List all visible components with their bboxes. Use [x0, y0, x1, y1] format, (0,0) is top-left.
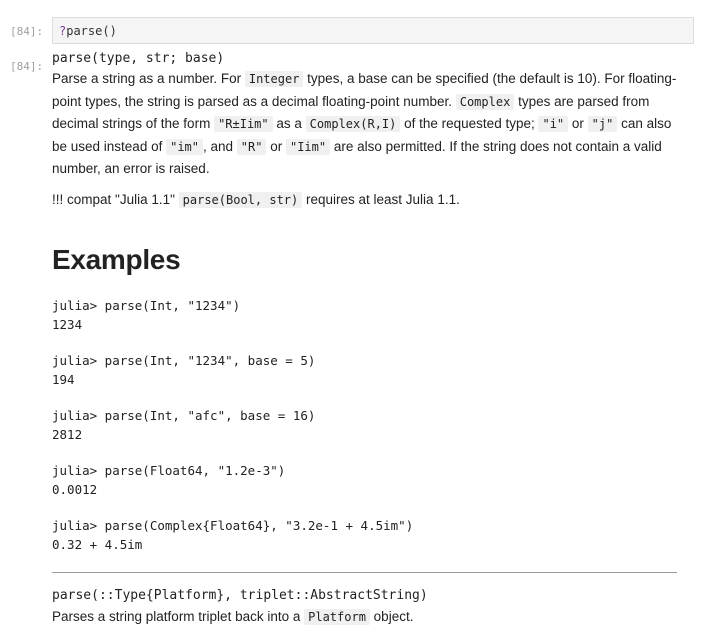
example-block: julia> parse(Complex{Float64}, "3.2e-1 +… — [52, 517, 677, 554]
help-query-function: parse() — [66, 24, 117, 38]
example-block: julia> parse(Int, "1234", base = 5) 194 — [52, 352, 677, 389]
clipped-text-fragment — [52, 0, 66, 2]
section-divider — [52, 572, 677, 573]
example-output: 2812 — [52, 426, 83, 442]
example-input: julia> parse(Int, "afc", base = 16) — [52, 408, 316, 423]
example-input: julia> parse(Int, "1234", base = 5) — [52, 353, 316, 368]
example-output: 0.0012 — [52, 481, 98, 497]
examples-heading: Examples — [52, 244, 181, 275]
example-block: julia> parse(Int, "1234") 1234 — [52, 297, 677, 334]
example-input: julia> parse(Int, "1234") — [52, 298, 241, 313]
inline-code: "j" — [587, 116, 618, 132]
function-signature-platform: parse(::Type{Platform}, triplet::Abstrac… — [52, 588, 428, 603]
help-output: parse(type, str; base) Parse a string as… — [52, 50, 677, 629]
input-prompt: [84]: — [10, 25, 44, 38]
output-prompt: [84]: — [10, 60, 44, 73]
example-block: julia> parse(Float64, "1.2e-3") 0.0012 — [52, 462, 677, 499]
example-input: julia> parse(Float64, "1.2e-3") — [52, 463, 286, 478]
inline-code: "R±Iim" — [214, 116, 273, 132]
function-signature: parse(type, str; base) — [52, 51, 225, 66]
inline-code: "R" — [236, 138, 267, 155]
inline-code: Complex(R,I) — [305, 116, 401, 132]
example-block: julia> parse(Int, "afc", base = 16) 2812 — [52, 407, 677, 444]
example-output: 1234 — [52, 316, 83, 332]
inline-code: "im" — [166, 138, 203, 155]
example-input: julia> parse(Complex{Float64}, "3.2e-1 +… — [52, 518, 414, 533]
code-input-cell[interactable]: ?parse() — [52, 17, 694, 44]
inline-code: Complex — [455, 93, 515, 110]
inline-code: Platform — [304, 609, 370, 625]
code-input-text[interactable]: ?parse() — [59, 24, 117, 38]
inline-code: Integer — [244, 71, 304, 87]
example-output: 0.32 + 4.5im — [52, 536, 143, 552]
example-output: 194 — [52, 371, 75, 387]
inline-code: parse(Bool, str) — [178, 191, 303, 208]
inline-code: "i" — [538, 116, 569, 132]
inline-code: "Iim" — [285, 138, 331, 155]
compat-note: !!! compat "Julia 1.1" parse(Bool, str) … — [52, 191, 460, 208]
description-paragraph: Parse a string as a number. For Integer … — [52, 71, 677, 176]
description-paragraph-platform: Parses a string platform triplet back in… — [52, 609, 414, 625]
